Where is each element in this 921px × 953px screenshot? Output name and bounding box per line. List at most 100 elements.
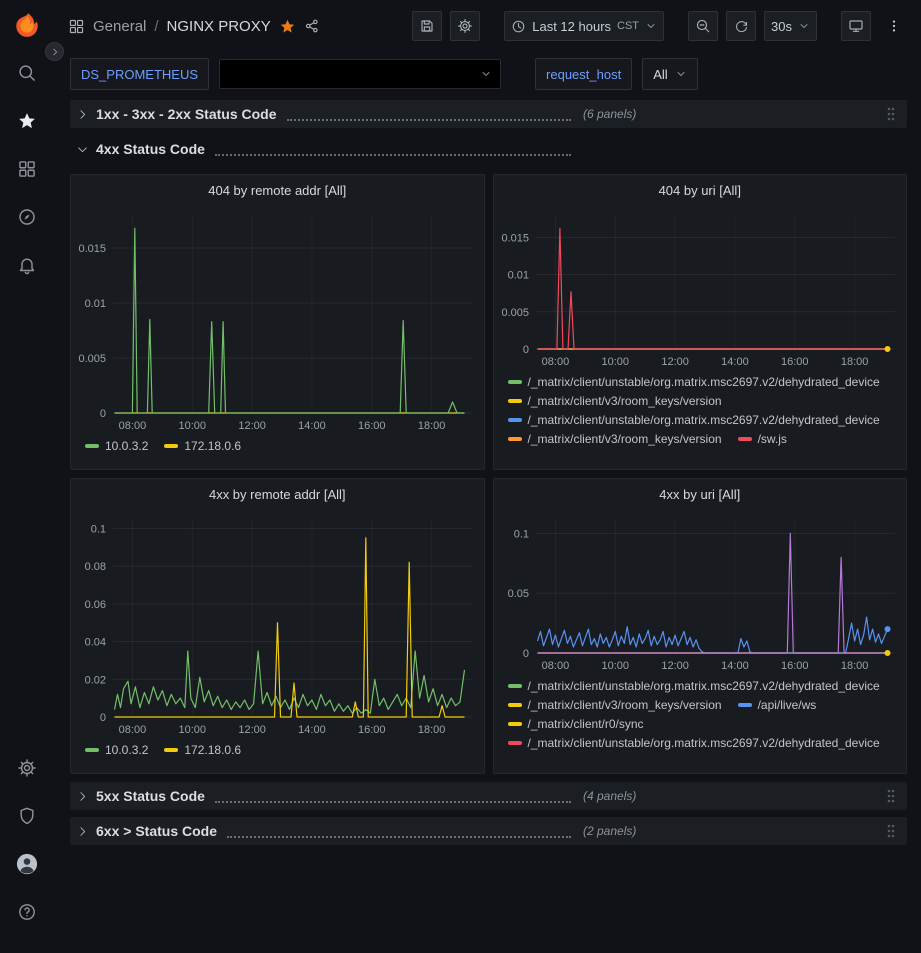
kiosk-mode-button[interactable] — [841, 11, 871, 41]
svg-text:08:00: 08:00 — [119, 724, 147, 736]
refresh-interval-select[interactable]: 30s — [764, 11, 817, 41]
dashboard-row-5xx[interactable]: 5xx Status Code (4 panels) — [70, 782, 907, 810]
legend-item[interactable]: /_matrix/client/unstable/org.matrix.msc2… — [508, 411, 880, 429]
legend-item[interactable]: /_matrix/client/unstable/org.matrix.msc2… — [508, 734, 880, 752]
legend-item[interactable]: /_matrix/client/unstable/org.matrix.msc2… — [508, 677, 880, 695]
sidebar-item-configuration[interactable] — [10, 751, 44, 785]
legend-swatch — [508, 741, 522, 745]
dashboard-row-6xx[interactable]: 6xx > Status Code (2 panels) — [70, 817, 907, 845]
compass-icon — [17, 207, 37, 227]
sidebar-item-server-admin[interactable] — [10, 799, 44, 833]
datasource-variable-select[interactable] — [219, 59, 501, 89]
datasource-variable-label[interactable]: DS_PROMETHEUS — [70, 58, 209, 90]
sidebar-expand-button[interactable] — [45, 42, 64, 61]
svg-text:0.015: 0.015 — [501, 232, 529, 244]
row-dots — [215, 790, 571, 803]
time-range-picker[interactable]: Last 12 hours CST — [504, 11, 664, 41]
panel-legend: /_matrix/client/unstable/org.matrix.msc2… — [494, 371, 907, 469]
grafana-app: General / NGINX PROXY — [0, 0, 921, 953]
breadcrumb-separator: / — [154, 18, 158, 35]
legend-swatch — [85, 444, 99, 448]
panel-title[interactable]: 4xx by uri [All] — [494, 479, 907, 509]
row-title: 6xx > Status Code — [96, 823, 217, 839]
legend-swatch — [85, 748, 99, 752]
legend-item[interactable]: /_matrix/client/unstable/org.matrix.msc2… — [508, 373, 880, 391]
zoom-out-button[interactable] — [688, 11, 718, 41]
row-drag-handle[interactable] — [885, 106, 897, 122]
legend-item[interactable]: /api/live/ws — [738, 696, 817, 714]
sidebar-item-search[interactable] — [10, 56, 44, 90]
sidebar-item-help[interactable] — [10, 895, 44, 929]
legend-label: /_matrix/client/unstable/org.matrix.msc2… — [528, 677, 880, 695]
row-drag-handle[interactable] — [885, 823, 897, 839]
legend-item[interactable]: 10.0.3.2 — [85, 741, 148, 759]
sidebar-item-dashboards[interactable] — [10, 152, 44, 186]
request-host-variable-select[interactable]: All — [642, 58, 697, 90]
svg-text:0.08: 0.08 — [85, 561, 106, 573]
request-host-variable-label[interactable]: request_host — [535, 58, 632, 90]
legend-item[interactable]: /_matrix/client/v3/room_keys/version — [508, 696, 722, 714]
svg-text:18:00: 18:00 — [840, 356, 868, 368]
panel-title[interactable]: 4xx by remote addr [All] — [71, 479, 484, 509]
save-dashboard-button[interactable] — [412, 11, 442, 41]
svg-text:16:00: 16:00 — [781, 660, 809, 672]
svg-text:08:00: 08:00 — [119, 420, 147, 432]
panel-legend: 10.0.3.2 172.18.0.6 — [71, 739, 484, 773]
legend-label: 172.18.0.6 — [184, 741, 241, 759]
row-drag-handle[interactable] — [885, 788, 897, 804]
panel-title[interactable]: 404 by uri [All] — [494, 175, 907, 205]
main-area: General / NGINX PROXY — [54, 0, 921, 953]
sidebar-item-profile[interactable] — [10, 847, 44, 881]
legend-swatch — [508, 380, 522, 384]
svg-text:0.1: 0.1 — [513, 528, 528, 540]
timeseries-chart[interactable]: 08:0010:0012:0014:0016:0018:0000.0050.01… — [494, 205, 907, 371]
legend-item[interactable]: 172.18.0.6 — [164, 437, 241, 455]
more-options-button[interactable] — [879, 11, 909, 41]
panel-grid: 404 by remote addr [All] 08:0010:0012:00… — [70, 174, 907, 774]
legend-label: /_matrix/client/unstable/org.matrix.msc2… — [528, 373, 880, 391]
timeseries-chart[interactable]: 08:0010:0012:0014:0016:0018:0000.050.1 — [494, 509, 907, 675]
chevron-right-icon — [50, 47, 60, 57]
svg-text:0: 0 — [100, 712, 106, 724]
timeseries-chart[interactable]: 08:0010:0012:0014:0016:0018:0000.0050.01… — [71, 205, 484, 435]
dashboard-title[interactable]: NGINX PROXY — [167, 18, 271, 35]
legend-swatch — [164, 748, 178, 752]
legend-item[interactable]: /_matrix/client/r0/sync — [508, 715, 644, 733]
svg-text:16:00: 16:00 — [358, 724, 386, 736]
row-title: 1xx - 3xx - 2xx Status Code — [96, 106, 277, 122]
legend-swatch — [738, 437, 752, 441]
chevron-down-icon — [798, 20, 810, 32]
panel-404-by-remote-addr: 404 by remote addr [All] 08:0010:0012:00… — [70, 174, 485, 470]
chevron-right-icon — [76, 108, 89, 121]
search-icon — [17, 63, 37, 83]
svg-text:14:00: 14:00 — [721, 356, 749, 368]
sidebar-item-starred[interactable] — [10, 104, 44, 138]
grafana-logo[interactable] — [12, 10, 42, 40]
refresh-interval-value: 30s — [771, 19, 792, 34]
svg-text:12:00: 12:00 — [661, 660, 689, 672]
refresh-button[interactable] — [726, 11, 756, 41]
row-dots — [227, 825, 571, 838]
legend-label: 172.18.0.6 — [184, 437, 241, 455]
sidebar-item-alerting[interactable] — [10, 248, 44, 282]
dashboards-grid-icon — [17, 159, 37, 179]
svg-text:0.01: 0.01 — [85, 298, 106, 310]
legend-item[interactable]: /_matrix/client/v3/room_keys/version — [508, 430, 722, 448]
legend-item[interactable]: /sw.js — [738, 430, 787, 448]
breadcrumb-folder[interactable]: General — [93, 18, 146, 35]
timeseries-chart[interactable]: 08:0010:0012:0014:0016:0018:0000.020.040… — [71, 509, 484, 739]
panel-title[interactable]: 404 by remote addr [All] — [71, 175, 484, 205]
legend-item[interactable]: 172.18.0.6 — [164, 741, 241, 759]
favorite-star-icon[interactable] — [279, 18, 296, 35]
share-icon[interactable] — [304, 18, 320, 34]
bell-icon — [17, 255, 37, 275]
legend-label: /_matrix/client/r0/sync — [528, 715, 644, 733]
legend-item[interactable]: 10.0.3.2 — [85, 437, 148, 455]
dashboard-row-4xx[interactable]: 4xx Status Code — [70, 135, 907, 163]
legend-item[interactable]: /_matrix/client/v3/room_keys/version — [508, 392, 722, 410]
dashboard-canvas: 1xx - 3xx - 2xx Status Code (6 panels) 4… — [54, 96, 921, 953]
sidebar-item-explore[interactable] — [10, 200, 44, 234]
dashboard-row-1xx-3xx-2xx[interactable]: 1xx - 3xx - 2xx Status Code (6 panels) — [70, 100, 907, 128]
dashboard-settings-button[interactable] — [450, 11, 480, 41]
variables-bar: DS_PROMETHEUS request_host All — [54, 52, 921, 96]
